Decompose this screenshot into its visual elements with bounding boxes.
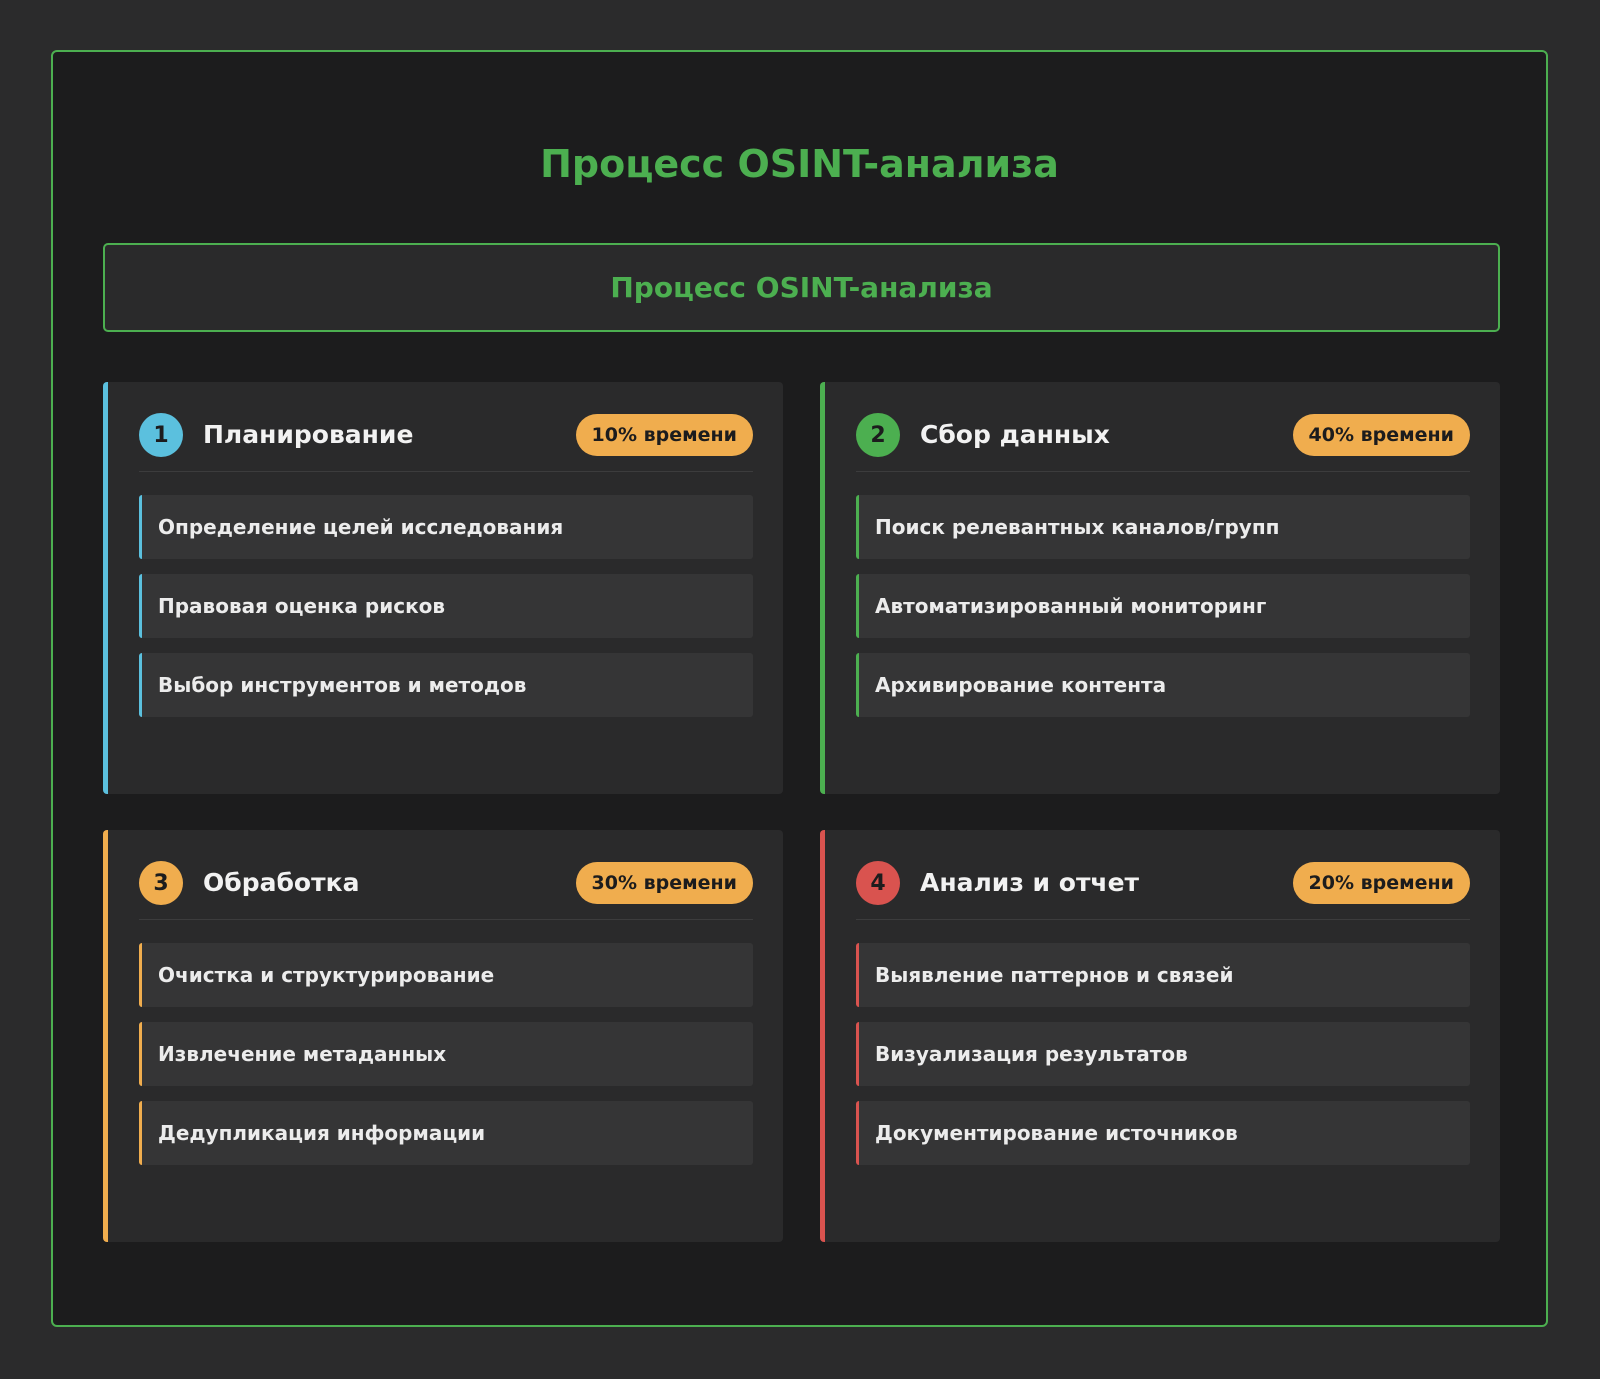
stage-card-processing: 3 Обработка 30% времени Очистка и структ… (103, 830, 783, 1242)
page-title: Процесс OSINT-анализа (540, 142, 1059, 186)
banner-title: Процесс OSINT-анализа (610, 271, 993, 304)
stage-item: Архивирование контента (856, 653, 1470, 717)
stage-card-planning: 1 Планирование 10% времени Определение ц… (103, 382, 783, 794)
time-badge: 30% времени (575, 862, 753, 904)
stage-item: Визуализация результатов (856, 1022, 1470, 1086)
stage-item: Извлечение метаданных (139, 1022, 753, 1086)
stage-item: Очистка и структурирование (139, 943, 753, 1007)
step-number-badge: 3 (139, 861, 183, 905)
banner: Процесс OSINT-анализа (103, 243, 1500, 332)
stage-card-data-collection: 2 Сбор данных 40% времени Поиск релевант… (820, 382, 1500, 794)
stage-header: 1 Планирование 10% времени (139, 413, 753, 472)
stage-item: Поиск релевантных каналов/групп (856, 495, 1470, 559)
stage-title: Планирование (203, 420, 414, 449)
main-frame: Процесс OSINT-анализа Процесс OSINT-анал… (51, 50, 1548, 1327)
stage-items: Определение целей исследования Правовая … (139, 495, 753, 732)
step-number-badge: 4 (856, 861, 900, 905)
stage-card-analysis-report: 4 Анализ и отчет 20% времени Выявление п… (820, 830, 1500, 1242)
stage-item: Автоматизированный мониторинг (856, 574, 1470, 638)
stage-title: Сбор данных (920, 420, 1110, 449)
time-badge: 40% времени (1292, 414, 1470, 456)
stage-title: Анализ и отчет (920, 868, 1140, 897)
stage-items: Выявление паттернов и связей Визуализаци… (856, 943, 1470, 1180)
stage-title: Обработка (203, 868, 360, 897)
stage-item: Выявление паттернов и связей (856, 943, 1470, 1007)
stage-header: 4 Анализ и отчет 20% времени (856, 861, 1470, 920)
stage-item: Документирование источников (856, 1101, 1470, 1165)
stage-items: Поиск релевантных каналов/групп Автомати… (856, 495, 1470, 732)
step-number-badge: 2 (856, 413, 900, 457)
step-number-badge: 1 (139, 413, 183, 457)
stage-header: 2 Сбор данных 40% времени (856, 413, 1470, 472)
time-badge: 10% времени (575, 414, 753, 456)
time-badge: 20% времени (1292, 862, 1470, 904)
stage-item: Правовая оценка рисков (139, 574, 753, 638)
stage-header: 3 Обработка 30% времени (139, 861, 753, 920)
stage-item: Выбор инструментов и методов (139, 653, 753, 717)
stage-item: Дедупликация информации (139, 1101, 753, 1165)
stage-item: Определение целей исследования (139, 495, 753, 559)
stage-items: Очистка и структурирование Извлечение ме… (139, 943, 753, 1180)
